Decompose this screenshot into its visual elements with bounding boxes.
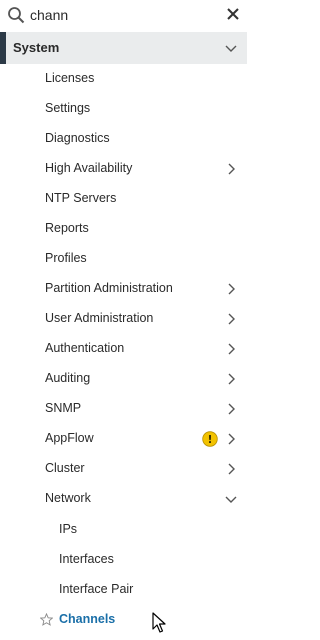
nav-subitem-ips[interactable]: IPs (0, 515, 247, 545)
nav-item-network[interactable]: Network (0, 484, 247, 514)
chevron-right-icon (228, 343, 235, 355)
nav-item-cluster[interactable]: Cluster (0, 454, 247, 484)
nav-item-snmp[interactable]: SNMP (0, 394, 247, 424)
nav-item-label: High Availability (45, 161, 133, 175)
nav-item-licenses[interactable]: Licenses (0, 64, 247, 94)
nav-item-diagnostics[interactable]: Diagnostics (0, 124, 247, 154)
search-bar (0, 0, 247, 32)
nav-item-label: Authentication (45, 341, 125, 355)
nav-subitem-label: Interface Pair (59, 582, 134, 596)
chevron-down-icon (225, 45, 237, 52)
nav-item-reports[interactable]: Reports (0, 214, 247, 244)
nav-item-label: Profiles (45, 251, 87, 265)
search-input[interactable] (30, 5, 210, 25)
nav-subitem-label: IPs (59, 522, 78, 536)
nav-item-label: User Administration (45, 311, 154, 325)
chevron-right-icon (228, 403, 235, 415)
chevron-right-icon (228, 463, 235, 475)
nav-item-label: Network (45, 491, 91, 505)
nav-item-label: Licenses (45, 71, 95, 85)
nav-item-partition-administration[interactable]: Partition Administration (0, 274, 247, 304)
chevron-right-icon (228, 433, 235, 445)
star-icon[interactable] (40, 613, 53, 626)
clear-search-icon[interactable] (226, 7, 240, 21)
chevron-right-icon (228, 373, 235, 385)
nav-item-label: Settings (45, 101, 91, 115)
nav-item-high-availability[interactable]: High Availability (0, 154, 247, 184)
chevron-right-icon (228, 283, 235, 295)
nav-item-user-administration[interactable]: User Administration (0, 304, 247, 334)
chevron-right-icon (228, 163, 235, 175)
nav-item-label: SNMP (45, 401, 82, 415)
nav-item-label: Diagnostics (45, 131, 110, 145)
nav-subitem-label: Interfaces (59, 552, 114, 566)
nav-subitem-channels[interactable]: Channels (0, 605, 247, 635)
nav-section-system[interactable]: System (0, 32, 247, 64)
nav-item-label: Cluster (45, 461, 85, 475)
nav-subitem-label: Channels (59, 612, 116, 626)
warning-icon: ! (202, 431, 218, 447)
search-icon (8, 7, 25, 24)
nav-item-appflow[interactable]: AppFlow! (0, 424, 247, 454)
active-accent-bar (0, 32, 6, 64)
nav-item-settings[interactable]: Settings (0, 94, 247, 124)
nav-item-label: Partition Administration (45, 281, 173, 295)
nav-item-label: NTP Servers (45, 191, 117, 205)
nav-subitem-interface-pair[interactable]: Interface Pair (0, 575, 247, 605)
nav-item-label: AppFlow (45, 431, 94, 445)
chevron-right-icon (228, 313, 235, 325)
nav-subitem-interfaces[interactable]: Interfaces (0, 545, 247, 575)
mouse-cursor-icon (152, 612, 166, 633)
chevron-down-icon (225, 496, 237, 503)
nav-item-label: Reports (45, 221, 89, 235)
nav-section-label: System (13, 40, 60, 55)
nav-item-profiles[interactable]: Profiles (0, 244, 247, 274)
nav-item-ntp-servers[interactable]: NTP Servers (0, 184, 247, 214)
nav-item-authentication[interactable]: Authentication (0, 334, 247, 364)
svg-text:!: ! (207, 433, 212, 446)
nav-item-label: Auditing (45, 371, 91, 385)
nav-item-auditing[interactable]: Auditing (0, 364, 247, 394)
